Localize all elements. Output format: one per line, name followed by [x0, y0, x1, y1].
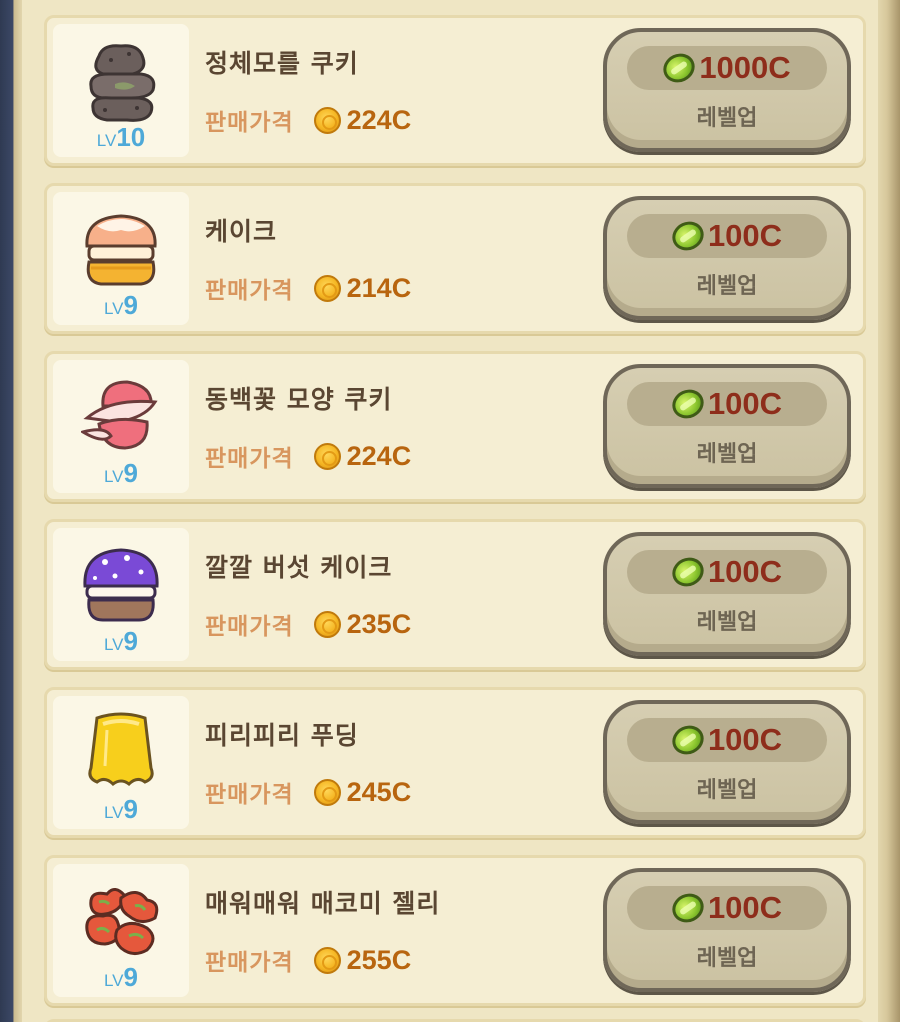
level-number: 9	[123, 794, 138, 824]
level-indicator: LV9	[53, 290, 189, 321]
product-thumbnail: LV9	[53, 360, 189, 493]
product-name: 매워매워 매코미 젤리	[205, 889, 441, 918]
level-number: 9	[123, 962, 138, 992]
level-indicator: LV9	[53, 626, 189, 657]
price-label: 판매가격	[205, 110, 294, 136]
upgrade-cost: 100C	[627, 382, 827, 426]
product-name: 정체모를 쿠키	[205, 49, 359, 78]
price-row: 판매가격 235C	[205, 608, 412, 641]
product-name: 동백꽃 모양 쿠키	[205, 385, 393, 414]
price-row: 판매가격 214C	[205, 272, 412, 305]
level-up-label: 레벨업	[696, 778, 758, 803]
price-label: 판매가격	[205, 614, 294, 640]
product-name: 케이크	[205, 217, 278, 246]
level-prefix: LV	[103, 803, 124, 822]
spicy-jelly-icon	[85, 888, 159, 955]
upgrade-cost-value: 100C	[707, 890, 783, 925]
seed-gem-icon	[667, 384, 709, 424]
price-row: 판매가격 255C	[205, 944, 412, 977]
left-frame-border	[0, 0, 22, 1022]
product-name: 피리피리 푸딩	[205, 721, 359, 750]
product-thumbnail: LV9	[53, 696, 189, 829]
upgrade-cost-value: 1000C	[699, 50, 791, 85]
price-row: 판매가격 245C	[205, 776, 412, 809]
level-indicator: LV10	[53, 122, 189, 153]
upgrade-cost-value: 100C	[707, 386, 783, 421]
product-card: LV9 피리피리 푸딩 판매가격 245C 100C 레벨업	[44, 687, 866, 838]
product-card: LV9 케이크 판매가격 214C 100C 레벨업	[44, 183, 866, 334]
sale-price: 255C	[346, 944, 412, 975]
level-up-label: 레벨업	[696, 106, 758, 131]
product-card: LV9 매워매워 매코미 젤리 판매가격 255C 100C 레벨업	[44, 855, 866, 1006]
level-indicator: LV9	[53, 962, 189, 993]
product-thumbnail: LV10	[53, 24, 189, 157]
price-row: 판매가격 224C	[205, 104, 412, 137]
level-up-label: 레벨업	[696, 946, 758, 971]
upgrade-cost-value: 100C	[707, 722, 783, 757]
level-indicator: LV9	[53, 458, 189, 489]
upgrade-cost: 100C	[627, 718, 827, 762]
level-up-label: 레벨업	[696, 610, 758, 635]
sale-price: 214C	[346, 272, 412, 303]
level-up-button[interactable]: 100C 레벨업	[603, 196, 851, 320]
level-up-label: 레벨업	[696, 274, 758, 299]
product-card: LV9 동백꽃 모양 쿠키 판매가격 224C 100C 레벨업	[44, 351, 866, 502]
coin-icon	[313, 946, 341, 974]
level-up-button[interactable]: 100C 레벨업	[603, 364, 851, 488]
price-row: 판매가격 224C	[205, 440, 412, 473]
sale-price: 224C	[346, 104, 412, 135]
product-thumbnail: LV9	[53, 864, 189, 997]
price-label: 판매가격	[205, 782, 294, 808]
product-thumbnail: LV9	[53, 528, 189, 661]
seed-gem-icon	[667, 720, 709, 760]
coin-icon	[313, 610, 341, 638]
upgrade-cost: 1000C	[627, 46, 827, 90]
mushroom-cake-icon	[83, 548, 159, 622]
level-up-button[interactable]: 100C 레벨업	[603, 700, 851, 824]
level-prefix: LV	[103, 971, 124, 990]
level-up-button[interactable]: 100C 레벨업	[603, 532, 851, 656]
sale-price: 245C	[346, 776, 412, 807]
product-card: LV10 정체모를 쿠키 판매가격 224C 1000C 레벨업	[44, 15, 866, 166]
level-number: 9	[123, 626, 138, 656]
level-prefix: LV	[103, 467, 124, 486]
price-label: 판매가격	[205, 446, 294, 472]
seed-gem-icon	[667, 552, 709, 592]
coin-icon	[313, 442, 341, 470]
level-number: 9	[123, 290, 138, 320]
upgrade-cost-value: 100C	[707, 554, 783, 589]
cake-icon	[85, 214, 157, 286]
upgrade-cost: 100C	[627, 550, 827, 594]
sale-price: 224C	[346, 440, 412, 471]
coin-icon	[313, 274, 341, 302]
level-prefix: LV	[103, 299, 124, 318]
seed-gem-icon	[667, 216, 709, 256]
level-prefix: LV	[96, 131, 117, 150]
product-name: 깔깔 버섯 케이크	[205, 553, 393, 582]
level-up-label: 레벨업	[696, 442, 758, 467]
level-up-button[interactable]: 1000C 레벨업	[603, 28, 851, 152]
right-frame-border	[878, 0, 900, 1022]
product-thumbnail: LV9	[53, 192, 189, 325]
camellia-cookie-icon	[81, 380, 158, 450]
seed-gem-icon	[667, 888, 709, 928]
pudding-icon	[88, 712, 154, 786]
upgrade-cost-value: 100C	[707, 218, 783, 253]
upgrade-cost: 100C	[627, 886, 827, 930]
level-number: 9	[123, 458, 138, 488]
sale-price: 235C	[346, 608, 412, 639]
mystery-cookie-icon	[89, 44, 156, 122]
coin-icon	[313, 778, 341, 806]
product-card: LV9 깔깔 버섯 케이크 판매가격 235C 100C 레벨업	[44, 519, 866, 670]
level-indicator: LV9	[53, 794, 189, 825]
price-label: 판매가격	[205, 950, 294, 976]
seed-gem-icon	[658, 48, 700, 88]
price-label: 판매가격	[205, 278, 294, 304]
upgrade-cost: 100C	[627, 214, 827, 258]
level-prefix: LV	[103, 635, 124, 654]
level-number: 10	[116, 122, 146, 152]
coin-icon	[313, 106, 341, 134]
level-up-button[interactable]: 100C 레벨업	[603, 868, 851, 992]
